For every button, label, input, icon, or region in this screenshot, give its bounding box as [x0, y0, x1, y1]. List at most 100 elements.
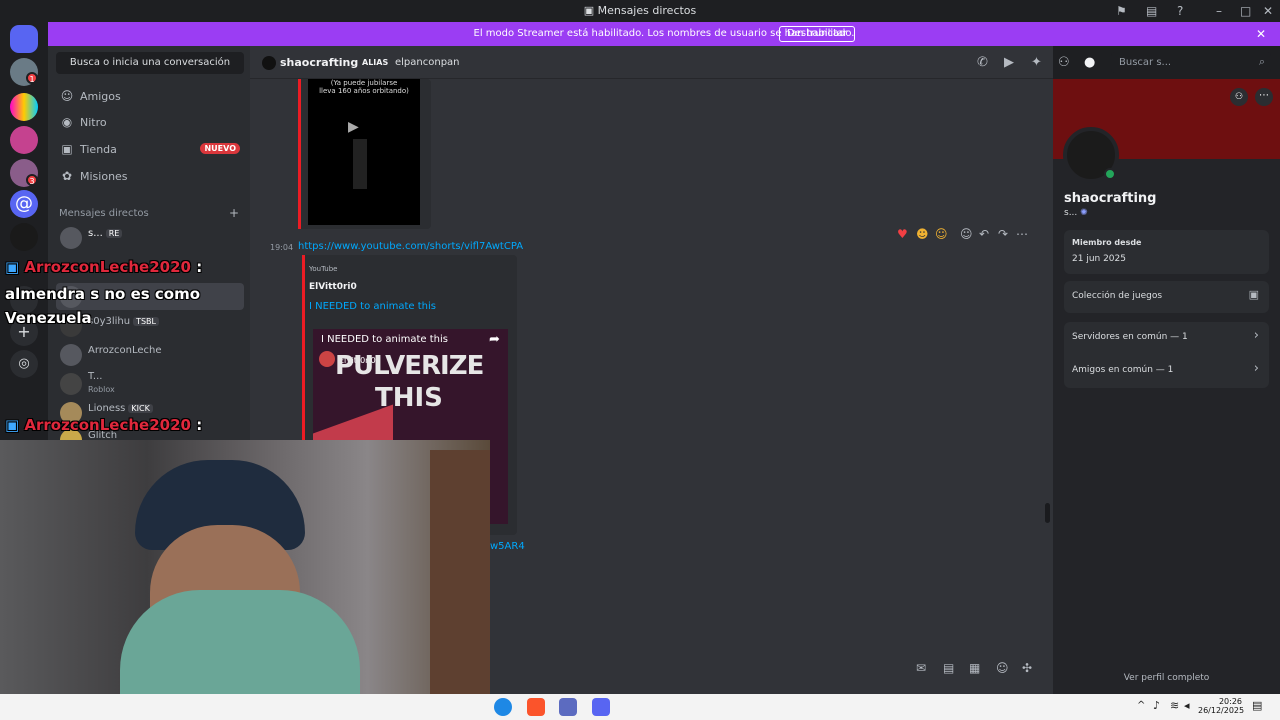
dm-name-row: s0y3lihu TSBL: [88, 316, 160, 327]
video-figure: [353, 139, 367, 189]
video-caption: (Ya puede jubilarse lleva 160 años orbit…: [319, 79, 409, 95]
gif-icon[interactable]: ▤: [943, 661, 954, 675]
thumb-title: I NEEDED to animate this: [321, 334, 448, 345]
view-full-profile[interactable]: Ver perfil completo: [1053, 673, 1280, 683]
add-friends-icon[interactable]: ⚇: [1058, 55, 1070, 70]
add-reaction-icon[interactable]: ☺: [960, 227, 973, 241]
gift-icon[interactable]: ✉: [916, 661, 926, 675]
forward-icon[interactable]: ↷: [998, 227, 1008, 241]
member-since-date: 21 jun 2025: [1072, 254, 1126, 264]
at-mention-icon[interactable]: @: [10, 190, 38, 218]
screen-icon[interactable]: ▤: [1146, 4, 1157, 18]
chat-user-icon: ▣: [5, 258, 25, 276]
profile-panel: ⚇ ⋯ shaocrafting s... ✺ Miembro desde 21…: [1053, 79, 1280, 694]
disable-streamer-button[interactable]: Deshabilitar: [779, 26, 856, 42]
quests-icon: ✿: [61, 169, 73, 183]
joy-reaction-icon[interactable]: ☺: [935, 227, 948, 241]
nav-quests[interactable]: ✿ Misiones: [56, 165, 244, 189]
find-conversation-button[interactable]: Busca o inicia una conversación: [56, 52, 244, 74]
mic-icon[interactable]: ♪: [1153, 699, 1160, 712]
share-icon[interactable]: ➦: [489, 332, 500, 347]
create-dm-icon[interactable]: +: [229, 206, 239, 220]
chat-overlay-line: ▣ ArrozconLeche2020 :: [5, 416, 202, 434]
chevron-right-icon[interactable]: ›: [1254, 328, 1259, 343]
discord-home-icon[interactable]: [10, 25, 38, 53]
server-icon[interactable]: [10, 93, 38, 121]
nav-friends[interactable]: ☺ Amigos: [56, 85, 244, 109]
dm-tag: RE: [105, 229, 123, 238]
video-call-icon[interactable]: ▶: [1004, 55, 1014, 70]
heart-reaction-icon[interactable]: ♥: [897, 227, 908, 241]
brave-icon[interactable]: [527, 698, 545, 716]
notification-badge: 3: [26, 174, 38, 186]
friends-icon: ☺: [60, 89, 74, 103]
nav-shop[interactable]: ▣ Tienda NUEVO: [56, 138, 244, 162]
profile-name: shaocrafting: [1064, 191, 1157, 206]
clock[interactable]: 20:26 26/12/2025: [1198, 697, 1244, 715]
profile-status-row: s... ✺: [1064, 208, 1088, 218]
dm-name: s0y3lihu: [88, 316, 131, 327]
message-timestamp: 19:04: [270, 243, 294, 252]
thumb-text: PULVERIZE: [335, 351, 484, 381]
volume-icon[interactable]: ◂: [1184, 699, 1190, 712]
avatar: [60, 373, 82, 395]
game-collection-card[interactable]: Colección de juegos ▣: [1064, 281, 1269, 313]
laugh-reaction-icon[interactable]: ☻: [916, 227, 929, 241]
maximize-icon[interactable]: □: [1240, 4, 1251, 18]
channel-name[interactable]: shaocrafting: [280, 56, 358, 69]
dm-name-row: s... RE: [88, 228, 123, 239]
games-label: Colección de juegos: [1072, 291, 1163, 301]
more-icon[interactable]: ⋯: [1016, 227, 1028, 241]
discover-icon[interactable]: ◎: [10, 350, 38, 378]
more-options-icon[interactable]: ⋯: [1255, 88, 1273, 106]
voice-call-icon[interactable]: ✆: [977, 55, 988, 70]
user-profile-icon[interactable]: ●: [1084, 55, 1095, 70]
wifi-icon[interactable]: ≋: [1170, 699, 1179, 712]
video-thumbnail[interactable]: (Ya puede jubilarse lleva 160 años orbit…: [308, 79, 420, 225]
play-icon[interactable]: ▶: [348, 119, 359, 135]
sticker-icon[interactable]: ▦: [969, 661, 980, 675]
tray-chevron-icon[interactable]: ^: [1137, 700, 1145, 711]
nav-nitro[interactable]: ◉ Nitro: [56, 111, 244, 135]
video-embed[interactable]: (Ya puede jubilarse lleva 160 años orbit…: [301, 79, 431, 229]
scrollbar-thumb[interactable]: [1045, 503, 1050, 523]
app-icon[interactable]: [559, 698, 577, 716]
nitro-icon: ◉: [61, 115, 73, 129]
avatar: [60, 227, 82, 249]
notifications-icon[interactable]: ▤: [1252, 699, 1262, 712]
embed-provider: YouTube: [309, 265, 338, 273]
server-icon[interactable]: [10, 126, 38, 154]
embed-title[interactable]: I NEEDED to animate this: [309, 301, 436, 312]
help-icon[interactable]: ?: [1177, 4, 1183, 18]
dm-item[interactable]: ArrozconLeche: [56, 341, 244, 369]
add-friend-icon[interactable]: ⚇: [1230, 88, 1248, 106]
dm-activity: Roblox: [88, 385, 115, 394]
emoji-icon[interactable]: ☺: [996, 661, 1009, 675]
dm-item[interactable]: T... Roblox: [56, 370, 244, 398]
minimize-icon[interactable]: –: [1216, 4, 1222, 18]
reply-icon[interactable]: ↶: [979, 227, 989, 241]
dm-item[interactable]: s... RE: [56, 224, 244, 252]
edge-icon[interactable]: [494, 698, 512, 716]
message-link[interactable]: w5AR4: [490, 541, 525, 552]
close-banner-icon[interactable]: ✕: [1256, 27, 1266, 41]
game-icon: ▣: [1248, 288, 1259, 301]
banner-text: El modo Streamer está habilitado. Los no…: [48, 28, 1280, 39]
streamer-mode-banner: El modo Streamer está habilitado. Los no…: [48, 22, 1280, 46]
discord-taskbar-icon[interactable]: [592, 698, 610, 716]
apps-icon[interactable]: ✣: [1022, 661, 1032, 675]
inbox-icon[interactable]: ⚑: [1116, 4, 1127, 18]
dm-name: s...: [88, 228, 103, 239]
pin-icon[interactable]: ✦: [1031, 55, 1042, 70]
close-window-icon[interactable]: ✕: [1263, 4, 1273, 18]
mutual-servers[interactable]: Servidores en común — 1: [1072, 332, 1188, 342]
taskbar: [0, 694, 1280, 720]
dm-name: ArrozconLeche: [88, 345, 162, 356]
member-since-label: Miembro desde: [1072, 238, 1142, 247]
message-link[interactable]: https://www.youtube.com/shorts/vifl7AwtC…: [298, 241, 523, 252]
server-icon[interactable]: [10, 223, 38, 251]
mutual-friends[interactable]: Amigos en común — 1: [1072, 365, 1173, 375]
chevron-right-icon[interactable]: ›: [1254, 361, 1259, 376]
search-input[interactable]: Buscar s... ⌕: [1111, 52, 1271, 73]
embed-author[interactable]: ElVitt0ri0: [309, 282, 357, 292]
